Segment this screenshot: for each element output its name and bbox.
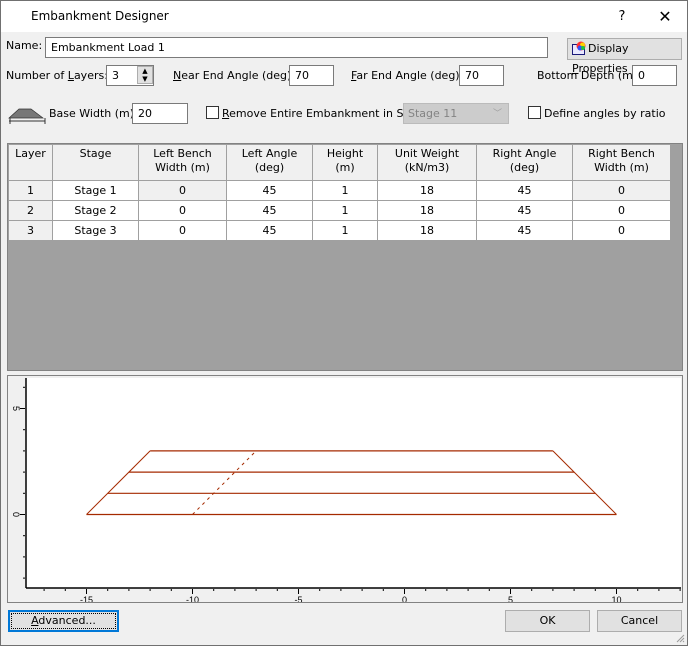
cell-left-angle[interactable]: 45: [226, 200, 313, 221]
far-end-angle-input[interactable]: 70: [459, 65, 504, 86]
layers-grid: Layer Stage Left Bench Width (m) Left Ang…: [7, 143, 683, 371]
cell-left-bench-width[interactable]: 0: [138, 180, 227, 201]
name-label: Name:: [6, 39, 43, 52]
col-header-stage[interactable]: Stage: [52, 144, 139, 181]
base-width-label: Base Width (m):: [49, 107, 138, 120]
define-angles-checkbox[interactable]: [528, 106, 541, 119]
cell-left-angle[interactable]: 45: [226, 180, 313, 201]
x-tick-label: 10: [611, 595, 621, 602]
cell-left-angle[interactable]: 45: [226, 220, 313, 241]
col-header-left-bench-width[interactable]: Left Bench Width (m): [138, 144, 227, 181]
y-tick-label: 5: [11, 406, 21, 411]
window-title: Embankment Designer: [31, 9, 169, 23]
x-tick-label: -10: [186, 595, 199, 602]
col-header-layer[interactable]: Layer: [8, 144, 53, 181]
col-header-right-angle[interactable]: Right Angle (deg): [476, 144, 573, 181]
cell-left-bench-width[interactable]: 0: [138, 220, 227, 241]
cell-right-angle[interactable]: 45: [476, 200, 573, 221]
cell-stage[interactable]: Stage 1: [52, 180, 139, 201]
embankment-shape-icon: [8, 108, 46, 124]
table-row: 2 Stage 2 0 45 1 18 45 0: [8, 200, 671, 221]
bottom-depth-label: Bottom Depth (m):: [537, 69, 641, 82]
col-header-left-angle[interactable]: Left Angle (deg): [226, 144, 313, 181]
header-row: Layer Stage Left Bench Width (m) Left Ang…: [8, 144, 671, 181]
remove-stage-select: Stage 11 ﹀: [403, 103, 509, 124]
chevron-down-icon: ﹀: [492, 109, 502, 119]
cell-layer: 3: [8, 220, 53, 241]
col-header-height[interactable]: Height (m): [312, 144, 378, 181]
x-tick-label: -5: [294, 595, 302, 602]
cell-right-angle[interactable]: 45: [476, 220, 573, 241]
spin-up-icon[interactable]: ▲: [138, 67, 152, 75]
ok-button[interactable]: OK: [505, 610, 590, 632]
cell-height[interactable]: 1: [312, 180, 378, 201]
spin-down-icon[interactable]: ▼: [138, 75, 152, 83]
y-tick-label: 0: [11, 512, 21, 517]
name-input[interactable]: Embankment Load 1: [45, 37, 548, 58]
embankment-plot: -15 -10 -5 0 5 10 0 5: [11, 378, 681, 602]
cell-unit-weight[interactable]: 18: [377, 180, 477, 201]
cell-right-bench-width[interactable]: 0: [572, 180, 671, 201]
resize-grip-icon[interactable]: [675, 633, 685, 643]
display-properties-button[interactable]: Display Properties: [567, 38, 682, 75]
cell-layer: 1: [8, 180, 53, 201]
bottom-depth-input[interactable]: 0: [632, 65, 677, 86]
remove-embankment-checkbox[interactable]: [206, 106, 219, 119]
embankment-designer-dialog: Embankment Designer ? ✕ Name: Embankment…: [0, 0, 688, 646]
cell-right-bench-width[interactable]: 0: [572, 220, 671, 241]
cell-unit-weight[interactable]: 18: [377, 220, 477, 241]
col-header-right-bench-width[interactable]: Right Bench Width (m): [572, 144, 671, 181]
base-width-input[interactable]: 20: [132, 103, 188, 124]
color-palette-icon: [572, 41, 586, 55]
cell-right-bench-width[interactable]: 0: [572, 200, 671, 221]
x-tick-label: 0: [402, 595, 407, 602]
cell-height[interactable]: 1: [312, 220, 378, 241]
cell-height[interactable]: 1: [312, 200, 378, 221]
cell-stage[interactable]: Stage 2: [52, 200, 139, 221]
layers-table: Layer Stage Left Bench Width (m) Left Ang…: [8, 144, 671, 241]
remove-embankment-label: Remove Entire Embankment in Stage: [222, 107, 429, 120]
close-button[interactable]: ✕: [647, 1, 683, 32]
num-layers-label: Number of Layers:: [6, 69, 108, 82]
table-row: 3 Stage 3 0 45 1 18 45 0: [8, 220, 671, 241]
x-tick-label: -15: [80, 595, 93, 602]
table-row: 1 Stage 1 0 45 1 18 45 0: [8, 180, 671, 201]
near-end-angle-input[interactable]: 70: [289, 65, 334, 86]
cancel-button[interactable]: Cancel: [597, 610, 682, 632]
embankment-preview: -15 -10 -5 0 5 10 0 5: [7, 375, 683, 603]
plot-area: [26, 378, 681, 588]
x-tick-label: 5: [508, 595, 513, 602]
col-header-unit-weight[interactable]: Unit Weight (kN/m3): [377, 144, 477, 181]
help-button[interactable]: ?: [608, 1, 636, 32]
cell-left-bench-width[interactable]: 0: [138, 200, 227, 221]
near-end-angle-label: Near End Angle (deg):: [173, 69, 295, 82]
cell-stage[interactable]: Stage 3: [52, 220, 139, 241]
num-layers-spinner[interactable]: ▲ ▼: [137, 66, 153, 84]
far-end-angle-label: Far End Angle (deg):: [351, 69, 464, 82]
remove-stage-value: Stage 11: [408, 107, 458, 120]
cell-layer: 2: [8, 200, 53, 221]
title-bar: Embankment Designer ? ✕: [1, 1, 687, 32]
advanced-button[interactable]: Advanced...: [8, 610, 119, 632]
cell-right-angle[interactable]: 45: [476, 180, 573, 201]
cell-unit-weight[interactable]: 18: [377, 200, 477, 221]
define-angles-label: Define angles by ratio: [544, 107, 666, 120]
